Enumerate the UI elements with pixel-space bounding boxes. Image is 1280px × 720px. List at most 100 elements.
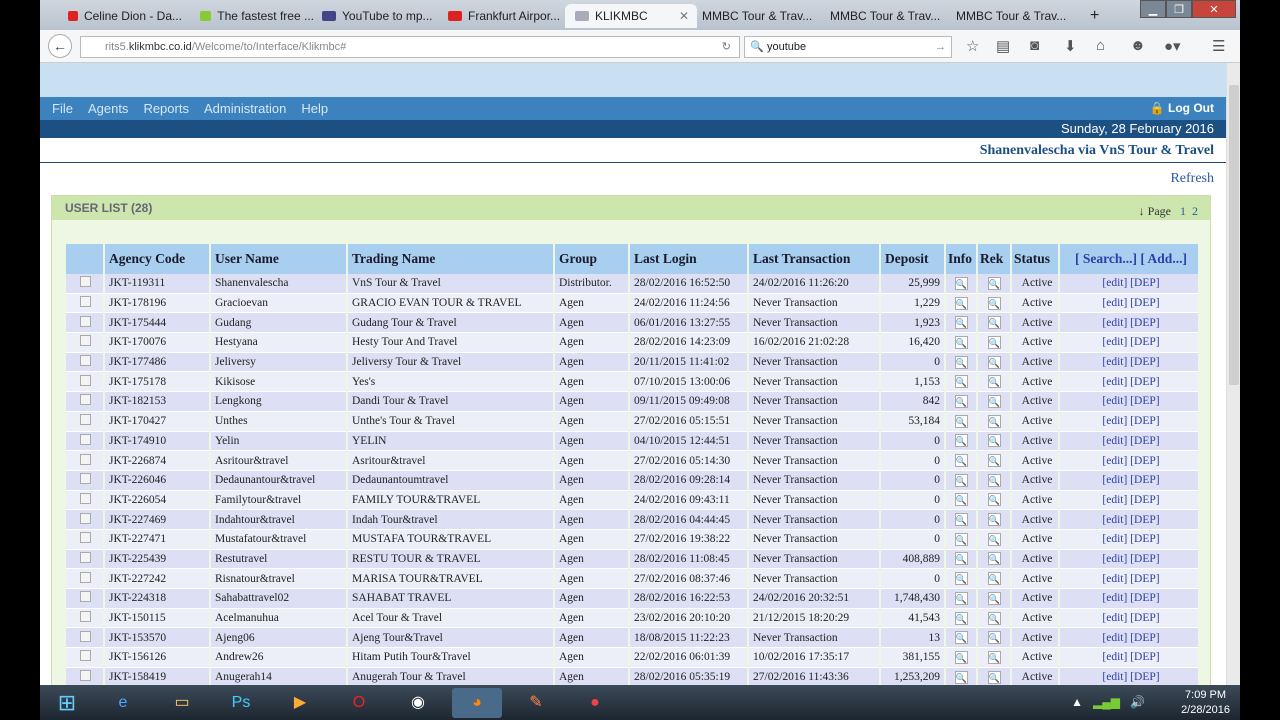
edit-link[interactable]: [edit] [1102,592,1127,604]
recorder-icon[interactable]: ● [570,688,620,718]
rek-magnifier-icon[interactable]: 🔍 [987,473,1001,487]
table-row[interactable]: JKT-119311 Shanenvalescha VnS Tour & Trave… [66,274,1198,294]
maximize-button[interactable]: ❐ [1166,0,1192,18]
table-row[interactable]: JKT-226046 Dedaunantour&travel Dedaunantou… [66,470,1198,491]
search-input[interactable]: 🔍 youtube → [744,36,952,58]
rek-magnifier-icon[interactable]: 🔍 [987,611,1001,625]
rek-magnifier-icon[interactable]: 🔍 [987,335,1001,349]
rek-magnifier-icon[interactable]: 🔍 [987,572,1001,586]
table-row[interactable]: JKT-174910 Yelin YELIN Agen 04/10/2015 12:44… [66,431,1198,452]
menu-agents[interactable]: Agents [88,101,128,116]
row-checkbox[interactable] [80,315,91,327]
info-magnifier-icon[interactable]: 🔍 [954,454,968,468]
rek-magnifier-icon[interactable]: 🔍 [987,532,1001,546]
search-link[interactable]: [ Search...] [1075,251,1137,266]
info-magnifier-icon[interactable]: 🔍 [954,552,968,566]
row-checkbox[interactable] [80,611,91,623]
table-row[interactable]: JKT-224318 Sahabattravel02 SAHABAT TRAVEL A… [66,589,1198,609]
row-checkbox[interactable] [80,296,91,308]
download-icon[interactable]: ⬇ [1064,37,1077,55]
tab-6[interactable]: MMBC Tour & Trav... [692,4,816,28]
volume-icon[interactable]: 🔊 [1130,695,1145,709]
edit-link[interactable]: [edit] [1102,632,1127,644]
row-checkbox[interactable] [80,414,91,426]
rek-magnifier-icon[interactable]: 🔍 [987,552,1001,566]
dep-link[interactable]: [DEP] [1130,376,1159,388]
dep-link[interactable]: [DEP] [1130,415,1159,427]
dep-link[interactable]: [DEP] [1130,317,1159,329]
dep-link[interactable]: [DEP] [1130,612,1159,624]
reading-list-icon[interactable]: ▤ [996,37,1010,55]
row-checkbox[interactable] [80,532,91,544]
info-magnifier-icon[interactable]: 🔍 [954,591,968,605]
search-go-icon[interactable]: → [935,37,946,57]
menu-help[interactable]: Help [301,101,328,116]
menu-file[interactable]: File [52,101,73,116]
row-checkbox[interactable] [80,276,91,288]
edit-link[interactable]: [edit] [1102,336,1127,348]
dep-link[interactable]: [DEP] [1130,474,1159,486]
opera-icon[interactable]: O [334,688,384,718]
edit-link[interactable]: [edit] [1102,533,1127,545]
rek-magnifier-icon[interactable]: 🔍 [987,454,1001,468]
dep-link[interactable]: [DEP] [1130,494,1159,506]
table-row[interactable]: JKT-175444 Gudang Gudang Tour & Travel Agen… [66,313,1198,334]
info-magnifier-icon[interactable]: 🔍 [954,434,968,448]
dep-link[interactable]: [DEP] [1130,435,1159,447]
row-checkbox[interactable] [80,650,91,662]
dep-link[interactable]: [DEP] [1130,553,1159,565]
table-row[interactable]: JKT-226874 Asritour&travel Asritour&travel… [66,451,1198,471]
dep-link[interactable]: [DEP] [1130,277,1159,289]
tab-8[interactable]: MMBC Tour & Trav... [946,4,1070,28]
rek-magnifier-icon[interactable]: 🔍 [987,631,1001,645]
edit-link[interactable]: [edit] [1102,494,1127,506]
info-magnifier-icon[interactable]: 🔍 [954,650,968,664]
row-checkbox[interactable] [80,630,91,642]
dep-link[interactable]: [DEP] [1130,573,1159,585]
row-checkbox[interactable] [80,355,91,367]
photoshop-icon[interactable]: Ps [216,688,266,718]
dep-link[interactable]: [DEP] [1130,356,1159,368]
tab-3[interactable]: YouTube to mp... [312,4,436,28]
camera-icon[interactable]: ◉ [393,688,443,718]
back-button[interactable]: ← [48,34,72,58]
info-magnifier-icon[interactable]: 🔍 [954,355,968,369]
scrollbar-thumb[interactable] [1229,85,1239,385]
edit-link[interactable]: [edit] [1102,356,1127,368]
info-magnifier-icon[interactable]: 🔍 [954,276,968,290]
media-player-icon[interactable]: ▶ [275,688,325,718]
row-checkbox[interactable] [80,374,91,386]
chat-icon[interactable]: ☻ [1130,37,1146,54]
edit-link[interactable]: [edit] [1102,376,1127,388]
rek-magnifier-icon[interactable]: 🔍 [987,296,1001,310]
info-magnifier-icon[interactable]: 🔍 [954,513,968,527]
dep-link[interactable]: [DEP] [1130,336,1159,348]
rek-magnifier-icon[interactable]: 🔍 [987,670,1001,684]
info-magnifier-icon[interactable]: 🔍 [954,670,968,684]
info-magnifier-icon[interactable]: 🔍 [954,493,968,507]
table-row[interactable]: JKT-170427 Unthes Unthe's Tour & Travel Age… [66,411,1198,432]
edit-link[interactable]: [edit] [1102,651,1127,663]
info-magnifier-icon[interactable]: 🔍 [954,375,968,389]
tab-4[interactable]: Frankfurt Airpor... [438,4,562,28]
close-window-button[interactable]: ✕ [1192,0,1236,18]
bookmark-star-icon[interactable]: ☆ [966,37,979,55]
table-row[interactable]: JKT-177486 Jeliversy Jeliversy Tour & Trav… [66,352,1198,373]
table-row[interactable]: JKT-170076 Hestyana Hesty Tour And Travel A… [66,333,1198,353]
edit-link[interactable]: [edit] [1102,415,1127,427]
info-magnifier-icon[interactable]: 🔍 [954,414,968,428]
table-row[interactable]: JKT-150115 Acelmanuhua Acel Tour & Travel A… [66,608,1198,629]
rek-magnifier-icon[interactable]: 🔍 [987,414,1001,428]
tab-7[interactable]: MMBC Tour & Trav... [820,4,944,28]
edit-link[interactable]: [edit] [1102,455,1127,467]
info-magnifier-icon[interactable]: 🔍 [954,316,968,330]
dep-link[interactable]: [DEP] [1130,395,1159,407]
page-1[interactable]: 1 [1180,204,1186,218]
firefox-icon[interactable]: ◕ [452,688,502,718]
row-checkbox[interactable] [80,571,91,583]
add-link[interactable]: [ Add...] [1140,251,1187,266]
edit-link[interactable]: [edit] [1102,553,1127,565]
table-row[interactable]: JKT-178196 Gracioevan GRACIO EVAN TOUR & T… [66,293,1198,314]
info-magnifier-icon[interactable]: 🔍 [954,572,968,586]
table-row[interactable]: JKT-225439 Restutravel RESTU TOUR & TRAVEL… [66,549,1198,570]
